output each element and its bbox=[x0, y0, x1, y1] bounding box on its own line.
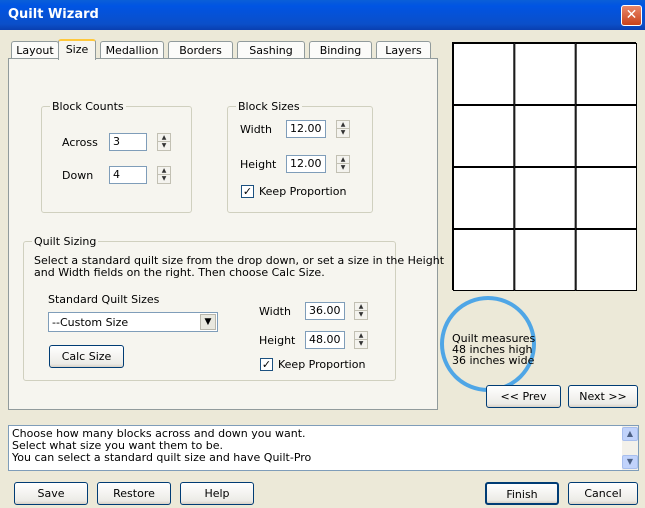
quilt-block bbox=[514, 229, 576, 291]
block-width-input[interactable]: 12.00 bbox=[286, 120, 326, 138]
close-icon[interactable]: ✕ bbox=[621, 5, 642, 26]
down-label: Down bbox=[62, 169, 94, 182]
quilt-block bbox=[453, 229, 515, 291]
block-keep-proportion-label: Keep Proportion bbox=[259, 185, 347, 198]
quilt-block bbox=[575, 105, 637, 167]
across-label: Across bbox=[62, 136, 98, 149]
quilt-block bbox=[453, 167, 515, 229]
block-height-input[interactable]: 12.00 bbox=[286, 155, 326, 173]
tab-size[interactable]: Size bbox=[58, 39, 96, 60]
block-counts-legend: Block Counts bbox=[50, 100, 126, 113]
quilt-block bbox=[575, 167, 637, 229]
hint-line-3: You can select a standard quilt size and… bbox=[12, 451, 312, 464]
down-input[interactable]: 4 bbox=[109, 166, 147, 184]
help-button[interactable]: Help bbox=[180, 482, 254, 505]
tab-binding[interactable]: Binding bbox=[309, 41, 372, 59]
quilt-keep-proportion-checkbox[interactable]: ✓ bbox=[260, 358, 273, 371]
prev-button[interactable]: << Prev bbox=[486, 385, 561, 408]
hint-text: Choose how many blocks across and down y… bbox=[12, 428, 311, 464]
hint-text-box[interactable]: Choose how many blocks across and down y… bbox=[8, 425, 639, 471]
quilt-block bbox=[453, 43, 515, 105]
measures-line-3: 36 inches wide bbox=[452, 354, 535, 367]
cancel-button[interactable]: Cancel bbox=[568, 482, 638, 505]
quilt-block bbox=[514, 105, 576, 167]
calc-size-button[interactable]: Calc Size bbox=[49, 345, 124, 368]
quilt-height-spinner[interactable]: ▲ ▼ bbox=[354, 331, 368, 349]
block-counts-group: Block Counts Across 3 ▲ ▼ Down 4 ▲ ▼ bbox=[41, 100, 192, 213]
spin-up-icon[interactable]: ▲ bbox=[355, 332, 367, 340]
block-sizes-group: Block Sizes Width 12.00 ▲ ▼ Height 12.00 … bbox=[227, 100, 373, 213]
quilt-preview bbox=[452, 42, 637, 291]
spin-down-icon[interactable]: ▼ bbox=[158, 175, 170, 183]
quilt-keep-proportion-label: Keep Proportion bbox=[278, 358, 366, 371]
quilt-sizing-group: Quilt Sizing Select a standard quilt siz… bbox=[23, 235, 444, 381]
chevron-down-icon[interactable]: ▼ bbox=[200, 314, 216, 330]
quilt-sizing-legend: Quilt Sizing bbox=[32, 235, 99, 248]
spin-up-icon[interactable]: ▲ bbox=[158, 167, 170, 175]
block-width-spinner[interactable]: ▲ ▼ bbox=[336, 120, 350, 138]
quilt-width-label: Width bbox=[259, 305, 291, 318]
quilt-block bbox=[453, 105, 515, 167]
quilt-height-label: Height bbox=[259, 334, 296, 347]
block-keep-proportion-checkbox[interactable]: ✓ bbox=[241, 185, 254, 198]
spin-down-icon[interactable]: ▼ bbox=[337, 164, 349, 172]
block-height-spinner[interactable]: ▲ ▼ bbox=[336, 155, 350, 173]
standard-sizes-value: --Custom Size bbox=[52, 316, 129, 329]
size-tab-panel: Block Counts Across 3 ▲ ▼ Down 4 ▲ ▼ Block… bbox=[8, 58, 444, 410]
tab-medallion[interactable]: Medallion bbox=[100, 41, 164, 59]
window-title: Quilt Wizard bbox=[8, 7, 99, 22]
quilt-height-input[interactable]: 48.00 bbox=[305, 331, 345, 349]
down-spinner[interactable]: ▲ ▼ bbox=[157, 166, 171, 184]
next-button[interactable]: Next >> bbox=[568, 385, 638, 408]
save-button[interactable]: Save bbox=[14, 482, 88, 505]
spin-up-icon[interactable]: ▲ bbox=[158, 134, 170, 142]
finish-button[interactable]: Finish bbox=[485, 482, 559, 505]
restore-button[interactable]: Restore bbox=[97, 482, 171, 505]
block-width-label: Width bbox=[240, 123, 272, 136]
tab-layout[interactable]: Layout bbox=[11, 41, 59, 59]
spin-up-icon[interactable]: ▲ bbox=[337, 156, 349, 164]
tab-sashing[interactable]: Sashing bbox=[237, 41, 305, 59]
block-height-label: Height bbox=[240, 158, 277, 171]
quilt-width-input[interactable]: 36.00 bbox=[305, 302, 345, 320]
spin-down-icon[interactable]: ▼ bbox=[355, 340, 367, 348]
quilt-block bbox=[514, 43, 576, 105]
across-spinner[interactable]: ▲ ▼ bbox=[157, 133, 171, 151]
scroll-down-icon[interactable]: ▼ bbox=[622, 455, 638, 469]
spin-up-icon[interactable]: ▲ bbox=[337, 121, 349, 129]
spin-down-icon[interactable]: ▼ bbox=[158, 142, 170, 150]
quilt-wizard-window: Quilt Wizard ✕ Layout Size Medallion Bor… bbox=[0, 0, 645, 508]
block-sizes-legend: Block Sizes bbox=[236, 100, 302, 113]
tab-borders[interactable]: Borders bbox=[168, 41, 233, 59]
quilt-block bbox=[514, 167, 576, 229]
scroll-up-icon[interactable]: ▲ bbox=[622, 427, 638, 441]
quilt-block bbox=[575, 43, 637, 105]
tab-layers[interactable]: Layers bbox=[376, 41, 431, 59]
spin-down-icon[interactable]: ▼ bbox=[337, 129, 349, 137]
quilt-block bbox=[575, 229, 637, 291]
spin-down-icon[interactable]: ▼ bbox=[355, 311, 367, 319]
quilt-width-spinner[interactable]: ▲ ▼ bbox=[354, 302, 368, 320]
across-input[interactable]: 3 bbox=[109, 133, 147, 151]
quilt-preview-grid bbox=[453, 43, 637, 291]
title-bar: Quilt Wizard ✕ bbox=[0, 0, 645, 30]
standard-sizes-label: Standard Quilt Sizes bbox=[48, 293, 160, 306]
hint-scrollbar[interactable]: ▲ ▼ bbox=[622, 426, 638, 470]
standard-sizes-select[interactable]: --Custom Size ▼ bbox=[48, 312, 218, 332]
spin-up-icon[interactable]: ▲ bbox=[355, 303, 367, 311]
quilt-sizing-instructions-2: and Width fields on the right. Then choo… bbox=[34, 266, 325, 279]
